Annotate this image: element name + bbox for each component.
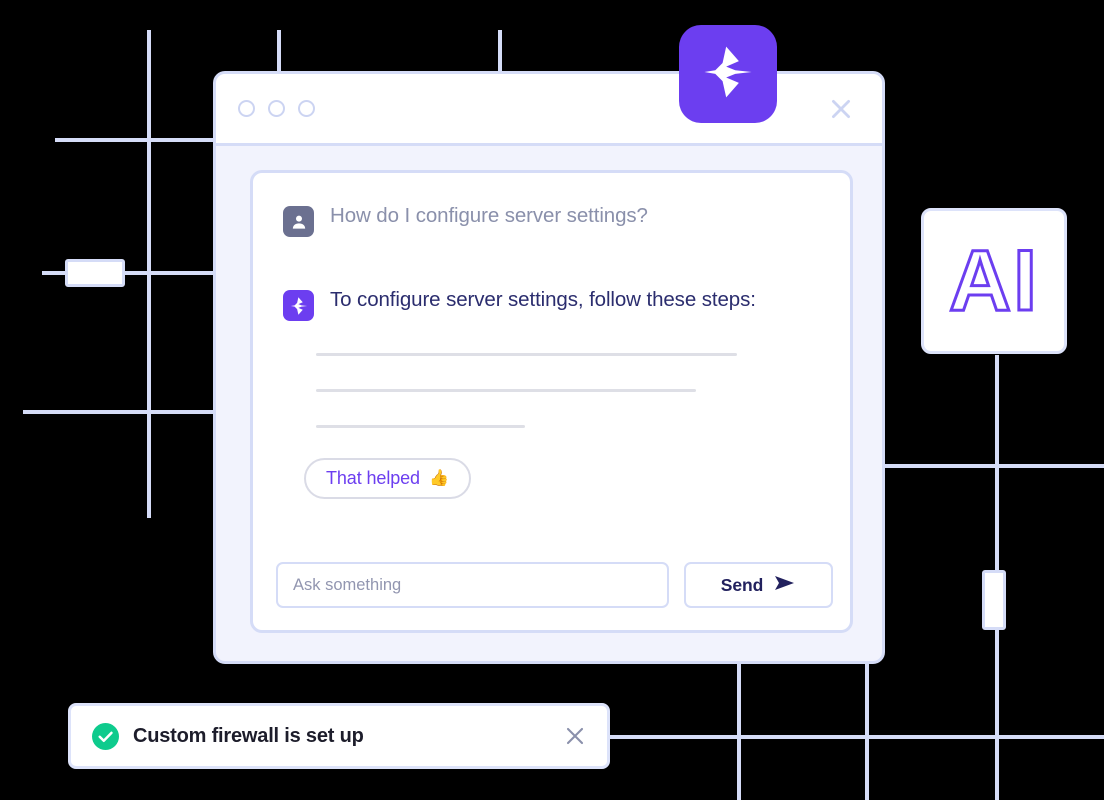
that-helped-button[interactable]: That helped 👍 xyxy=(304,458,471,499)
chat-conversation-card: How do I configure server settings? To c… xyxy=(250,170,853,633)
window-controls xyxy=(238,100,315,117)
chat-message-user-text: How do I configure server settings? xyxy=(330,204,648,227)
grid-line-vertical xyxy=(737,664,741,800)
ai-badge-label: AI xyxy=(948,233,1039,329)
grid-line-vertical xyxy=(277,30,281,75)
grid-line-horizontal xyxy=(55,138,215,142)
window-dot-2[interactable] xyxy=(268,100,285,117)
close-icon[interactable] xyxy=(828,96,854,122)
answer-placeholder-line xyxy=(316,389,696,392)
chat-window: How do I configure server settings? To c… xyxy=(213,71,885,664)
composer: Send xyxy=(276,562,833,608)
app-logo xyxy=(679,25,777,123)
window-titlebar xyxy=(216,74,882,146)
screenshot-root: AI How do I configure server settings? T… xyxy=(0,0,1104,800)
toast-message: Custom firewall is set up xyxy=(133,724,364,747)
window-dot-1[interactable] xyxy=(238,100,255,117)
grid-node xyxy=(982,570,1006,630)
grid-line-horizontal xyxy=(884,464,1104,468)
chat-message-assistant: To configure server settings, follow the… xyxy=(283,287,820,321)
grid-line-horizontal xyxy=(607,735,1104,739)
grid-line-vertical xyxy=(865,664,869,800)
answer-placeholder-lines xyxy=(316,353,820,428)
thumbs-up-icon: 👍 xyxy=(428,469,449,487)
app-logo-arrow-icon xyxy=(699,43,757,106)
assistant-avatar-icon xyxy=(283,290,314,321)
send-arrow-icon xyxy=(774,574,796,597)
grid-node xyxy=(65,259,125,287)
ai-badge: AI xyxy=(921,208,1067,354)
grid-line-vertical xyxy=(498,30,502,75)
send-button[interactable]: Send xyxy=(684,562,833,608)
user-avatar-icon xyxy=(283,206,314,237)
grid-line-horizontal xyxy=(23,410,217,414)
toast-notification: Custom firewall is set up xyxy=(68,703,610,769)
that-helped-label: That helped xyxy=(326,468,420,488)
close-icon[interactable] xyxy=(564,725,586,747)
check-circle-icon xyxy=(92,722,119,750)
chat-message-user: How do I configure server settings? xyxy=(283,203,820,237)
window-dot-3[interactable] xyxy=(298,100,315,117)
chat-message-assistant-text: To configure server settings, follow the… xyxy=(330,288,756,311)
send-button-label: Send xyxy=(720,574,764,595)
ask-input[interactable] xyxy=(276,562,669,608)
answer-placeholder-line xyxy=(316,425,525,428)
answer-placeholder-line xyxy=(316,353,737,356)
